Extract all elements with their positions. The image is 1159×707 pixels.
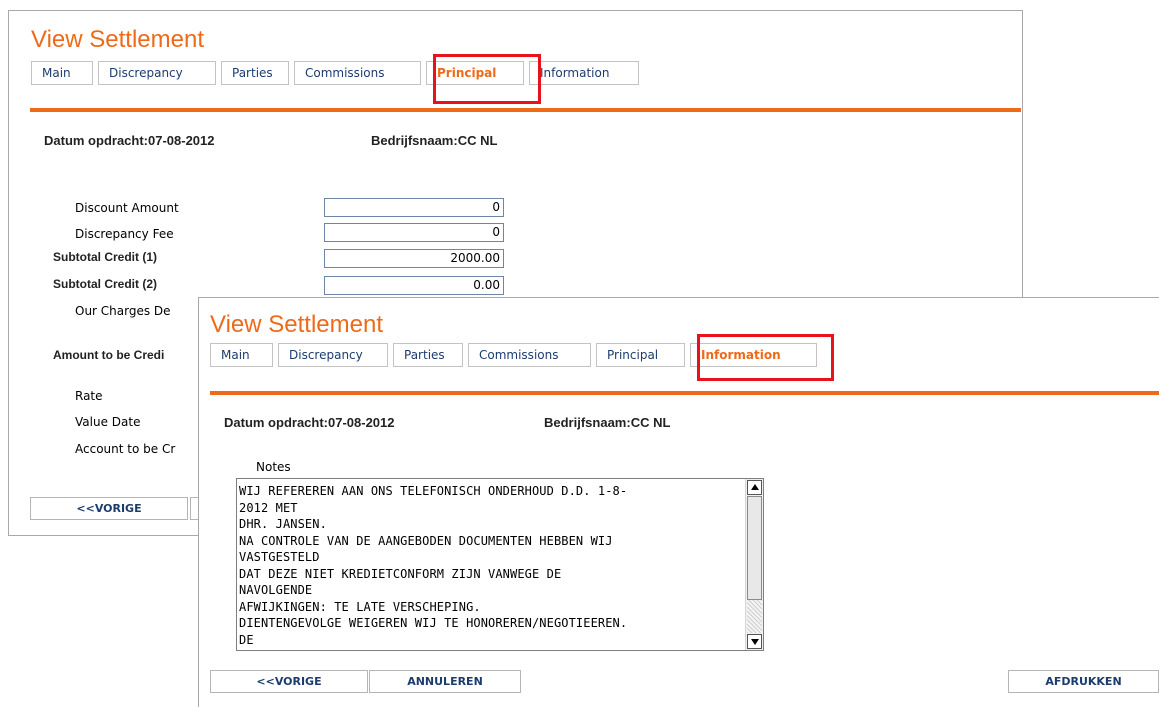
- value-date-label: Value Date: [75, 415, 141, 429]
- notes-text: WIJ REFEREREN AAN ONS TELEFONISCH ONDERH…: [239, 484, 628, 647]
- tab-main[interactable]: Main: [210, 343, 273, 367]
- page-title-front: View Settlement: [210, 311, 383, 338]
- tab-main[interactable]: Main: [31, 61, 93, 85]
- principal-tab-highlight: [433, 54, 541, 104]
- tab-commissions[interactable]: Commissions: [294, 61, 421, 85]
- subtotal-credit-2-label: Subtotal Credit (2): [53, 277, 157, 291]
- arrow-down-icon: [751, 639, 759, 645]
- amount-credited-label: Amount to be Credi: [53, 348, 165, 362]
- scroll-track[interactable]: [747, 600, 762, 633]
- annuleren-button[interactable]: ANNULEREN: [369, 670, 521, 693]
- our-charges-label: Our Charges De: [75, 304, 171, 318]
- arrow-up-icon: [751, 484, 759, 490]
- scroll-down-button[interactable]: [747, 634, 762, 649]
- tab-parties[interactable]: Parties: [393, 343, 463, 367]
- bedrijfsnaam-front: Bedrijfsnaam:CC NL: [544, 415, 671, 430]
- vorige-button[interactable]: <<VORIGE: [210, 670, 368, 693]
- vorige-button-back[interactable]: <<VORIGE: [30, 497, 188, 520]
- tab-information[interactable]: Information: [529, 61, 639, 85]
- bedrijfsnaam: Bedrijfsnaam:CC NL: [371, 133, 498, 148]
- section-divider: [30, 108, 1021, 112]
- tab-discrepancy[interactable]: Discrepancy: [98, 61, 216, 85]
- subtotal-credit-1-label: Subtotal Credit (1): [53, 250, 157, 264]
- section-divider-front: [210, 391, 1159, 395]
- scroll-thumb[interactable]: [747, 496, 762, 600]
- discount-amount-field[interactable]: 0: [324, 198, 504, 217]
- tab-parties[interactable]: Parties: [221, 61, 289, 85]
- notes-label: Notes: [256, 460, 291, 474]
- discrepancy-fee-label: Discrepancy Fee: [75, 227, 174, 241]
- tab-principal[interactable]: Principal: [596, 343, 685, 367]
- rate-label: Rate: [75, 389, 103, 403]
- tab-discrepancy[interactable]: Discrepancy: [278, 343, 388, 367]
- notes-scrollbar[interactable]: [745, 479, 763, 650]
- information-tab-highlight: [697, 334, 834, 381]
- datum-opdracht-front: Datum opdracht:07-08-2012: [224, 415, 395, 430]
- tab-bar: Main Discrepancy Parties Commissions Pri…: [31, 61, 644, 85]
- afdrukken-button[interactable]: AFDRUKKEN: [1008, 670, 1159, 693]
- tab-commissions[interactable]: Commissions: [468, 343, 591, 367]
- scroll-up-button[interactable]: [747, 480, 762, 495]
- notes-textarea[interactable]: WIJ REFEREREN AAN ONS TELEFONISCH ONDERH…: [236, 478, 764, 651]
- account-credited-label: Account to be Cr: [75, 442, 176, 456]
- discount-amount-label: Discount Amount: [75, 201, 179, 215]
- page-title: View Settlement: [31, 26, 204, 53]
- subtotal-credit-2-field[interactable]: 0.00: [324, 276, 504, 295]
- discrepancy-fee-field[interactable]: 0: [324, 223, 504, 242]
- subtotal-credit-1-field[interactable]: 2000.00: [324, 249, 504, 268]
- datum-opdracht: Datum opdracht:07-08-2012: [44, 133, 215, 148]
